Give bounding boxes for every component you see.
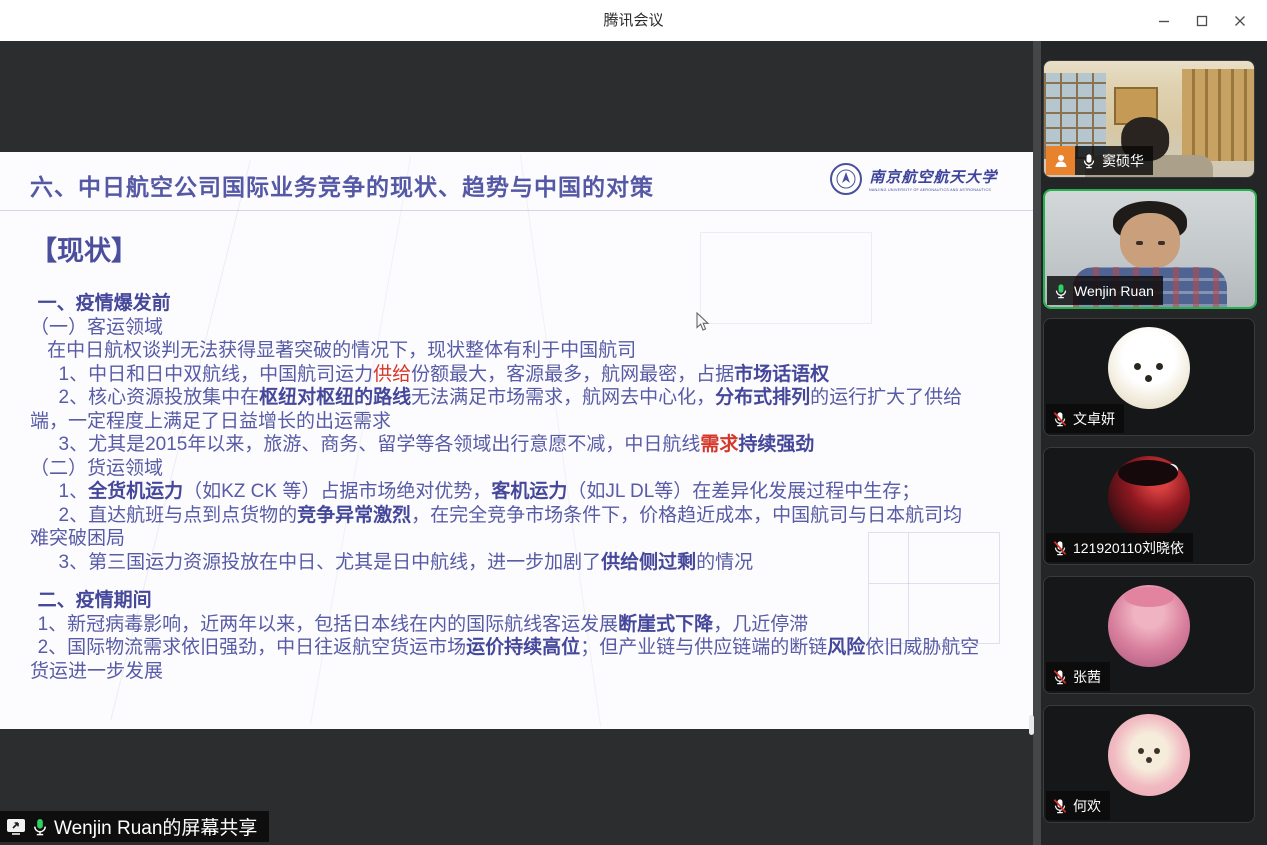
- participant-tile-6[interactable]: 何欢: [1043, 705, 1255, 823]
- slide-line: 1、全货机运力（如KZ CK 等）占据市场绝对优势，客机运力（如JL DL等）在…: [30, 480, 980, 504]
- maximize-icon: [1196, 15, 1208, 27]
- participant-tile-5[interactable]: 张茜: [1043, 576, 1255, 694]
- minimize-icon: [1158, 15, 1170, 27]
- slide-line: 2、直达航班与点到点货物的竞争异常激烈，在完全竞争市场条件下，价格趋近成本，中国…: [30, 504, 980, 551]
- slide-line: （二）货运领域: [30, 457, 980, 481]
- maximize-button[interactable]: [1183, 6, 1221, 36]
- presenter-badge: [1046, 146, 1075, 175]
- participant-tile-4[interactable]: 121920110刘晓依: [1043, 447, 1255, 565]
- slide-title-row: 六、中日航空公司国际业务竞争的现状、趋势与中国的对策 南京航空航天大学 NANJ…: [0, 152, 1033, 211]
- name-plate: 张茜: [1046, 662, 1110, 691]
- participant-name: 窦硕华: [1102, 151, 1144, 171]
- participant-name: 何欢: [1073, 796, 1101, 816]
- mic-icon: [1053, 669, 1067, 685]
- name-plate: Wenjin Ruan: [1047, 276, 1163, 305]
- tencent-meeting-window: 腾讯会议 六、中日航空公司国际业务竞争的现状、趋势与中国的对策: [0, 0, 1267, 845]
- mouse-cursor: [695, 312, 711, 332]
- shared-screen-stage: 六、中日航空公司国际业务竞争的现状、趋势与中国的对策 南京航空航天大学 NANJ…: [0, 41, 1033, 845]
- slide-line: 2、核心资源投放集中在枢纽对枢纽的路线无法满足市场需求，航网去中心化，分布式排列…: [30, 386, 980, 433]
- university-name-cn: 南京航空航天大学: [869, 166, 997, 187]
- name-plate: 窦硕华: [1046, 146, 1153, 175]
- name-plate: 何欢: [1046, 791, 1110, 820]
- window-controls: [1145, 0, 1259, 41]
- participants-sidebar: 窦硕华: [1033, 41, 1267, 845]
- participant-tile-1[interactable]: 窦硕华: [1043, 60, 1255, 178]
- avatar: [1108, 585, 1190, 667]
- avatar: [1108, 327, 1190, 409]
- participant-name: 张茜: [1073, 667, 1101, 687]
- sidebar-collapse-handle[interactable]: [1029, 715, 1034, 735]
- mic-icon: [1082, 153, 1096, 169]
- slide-line: 1、中日和日中双航线，中国航司运力供给份额最大，客源最多，航网最密，占据市场话语…: [30, 363, 980, 387]
- slide-line: 一、疫情爆发前: [30, 292, 980, 316]
- slide-body: 【现状】一、疫情爆发前（一）客运领域在中日航权谈判无法获得显著突破的情况下，现状…: [30, 210, 980, 683]
- mic-icon: [1053, 540, 1067, 556]
- slide-heading: 【现状】: [30, 236, 980, 266]
- close-icon: [1234, 15, 1246, 27]
- avatar: [1108, 456, 1190, 538]
- slide-line: 3、第三国运力资源投放在中日、尤其是日中航线，进一步加剧了供给侧过剩的情况: [30, 551, 980, 575]
- name-plate: 121920110刘晓依: [1046, 533, 1193, 562]
- participant-name: Wenjin Ruan: [1074, 283, 1154, 299]
- participant-name: 文卓妍: [1073, 409, 1115, 429]
- window-title: 腾讯会议: [0, 0, 1267, 41]
- screen-share-icon: [6, 818, 26, 835]
- name-plate: 文卓妍: [1046, 404, 1124, 433]
- university-name-en: NANJING UNIVERSITY OF AERONAUTICS AND AS…: [869, 187, 991, 192]
- slide-line: 2、国际物流需求依旧强劲，中日往返航空货运市场运价持续高位；但产业链与供应链端的…: [30, 636, 980, 683]
- mic-icon: [1053, 411, 1067, 427]
- participant-tile-3[interactable]: 文卓妍: [1043, 318, 1255, 436]
- person-icon: [1053, 153, 1069, 169]
- university-logo: 南京航空航天大学 NANJING UNIVERSITY OF AERONAUTI…: [829, 162, 1005, 196]
- slide-line: 二、疫情期间: [30, 589, 980, 613]
- close-button[interactable]: [1221, 6, 1259, 36]
- mic-icon: [1053, 798, 1067, 814]
- mic-on-icon: [32, 818, 48, 836]
- slide-line: 1、新冠病毒影响，近两年以来，包括日本线在内的国际航线客运发展断崖式下降，几近停…: [30, 613, 980, 637]
- slide-line: 在中日航权谈判无法获得显著突破的情况下，现状整体有利于中国航司: [30, 339, 980, 363]
- sidebar-divider: [1033, 41, 1041, 845]
- participant-name: 121920110刘晓依: [1073, 538, 1184, 558]
- screen-share-badge: Wenjin Ruan的屏幕共享: [0, 811, 269, 842]
- screen-share-label: Wenjin Ruan的屏幕共享: [54, 813, 257, 840]
- university-emblem-icon: [829, 162, 863, 196]
- slide-title: 六、中日航空公司国际业务竞争的现状、趋势与中国的对策: [30, 168, 654, 202]
- participant-tile-2[interactable]: Wenjin Ruan: [1043, 189, 1257, 309]
- presentation-slide: 六、中日航空公司国际业务竞争的现状、趋势与中国的对策 南京航空航天大学 NANJ…: [0, 152, 1033, 729]
- slide-line: （一）客运领域: [30, 316, 980, 340]
- titlebar: 腾讯会议: [0, 0, 1267, 42]
- mic-icon: [1054, 283, 1068, 299]
- slide-line: 3、尤其是2015年以来，旅游、商务、留学等各领域出行意愿不减，中日航线需求持续…: [30, 433, 980, 457]
- avatar: [1108, 714, 1190, 796]
- minimize-button[interactable]: [1145, 6, 1183, 36]
